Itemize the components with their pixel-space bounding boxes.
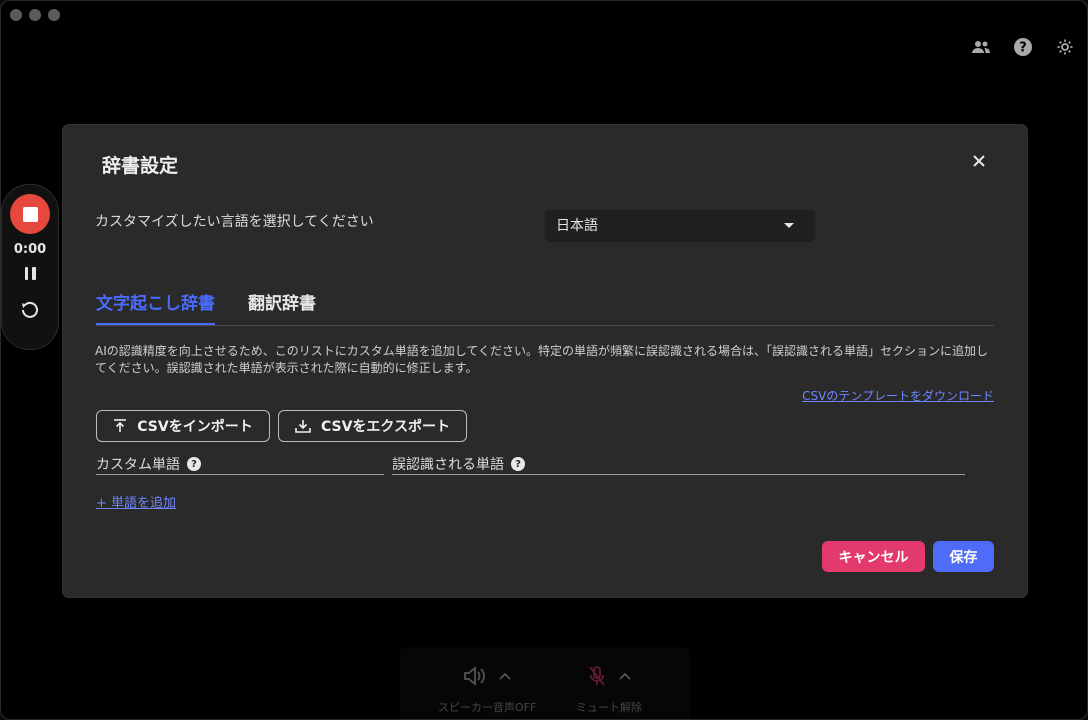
- chevron-up-icon[interactable]: [499, 672, 511, 680]
- save-button[interactable]: 保存: [933, 541, 994, 572]
- speaker-icon: [464, 666, 486, 686]
- app-window: ? 0:00 辞書設定 カスタマイズしたい言語を選択してください 日本語 文字起…: [0, 0, 1088, 720]
- dictionary-tabs: 文字起こし辞書 翻訳辞書: [96, 285, 994, 326]
- audio-control-bar: スピーカー音声OFF ミュート解除: [400, 647, 690, 719]
- minimize-window-button[interactable]: [29, 9, 41, 21]
- misrecognized-word-label: 誤認識される単語: [392, 457, 504, 473]
- window-controls: [10, 9, 60, 21]
- stop-icon: [22, 206, 38, 222]
- description-text: AIの認識精度を向上させるため、このリストにカスタム単語を追加してください。特定…: [95, 344, 989, 375]
- tab-translation-dictionary[interactable]: 翻訳辞書: [248, 285, 316, 325]
- top-toolbar: ?: [971, 37, 1075, 57]
- speaker-label: スピーカー音声OFF: [438, 701, 537, 714]
- import-csv-button[interactable]: CSVをインポート: [96, 410, 270, 442]
- language-label: カスタマイズしたい言語を選択してください: [95, 214, 374, 230]
- custom-word-field[interactable]: カスタム単語 ?: [96, 454, 384, 475]
- pause-icon: [24, 267, 28, 280]
- close-window-button[interactable]: [10, 9, 22, 21]
- help-icon[interactable]: ?: [511, 457, 525, 471]
- add-word-link[interactable]: + 単語を追加: [96, 492, 176, 511]
- people-icon[interactable]: [971, 37, 991, 57]
- stop-recording-button[interactable]: [10, 194, 50, 234]
- dictionary-settings-modal: 辞書設定 カスタマイズしたい言語を選択してください 日本語 文字起こし辞書 翻訳…: [63, 125, 1027, 597]
- recording-panel: 0:00: [1, 184, 59, 350]
- download-icon: [295, 420, 311, 433]
- export-csv-label: CSVをエクスポート: [320, 419, 451, 435]
- zoom-window-button[interactable]: [48, 9, 60, 21]
- misrecognized-word-field[interactable]: 誤認識される単語 ?: [392, 454, 965, 475]
- cancel-button[interactable]: キャンセル: [822, 541, 925, 572]
- recording-timer: 0:00: [13, 242, 47, 257]
- close-icon[interactable]: [969, 151, 989, 171]
- export-csv-button[interactable]: CSVをエクスポート: [278, 410, 467, 442]
- upload-icon: [114, 419, 127, 432]
- mic-control[interactable]: ミュート解除: [576, 663, 642, 715]
- pause-button[interactable]: [24, 267, 36, 280]
- custom-word-label: カスタム単語: [96, 457, 180, 473]
- help-icon[interactable]: ?: [1013, 37, 1033, 57]
- mic-muted-icon: [589, 666, 605, 686]
- mic-label: ミュート解除: [576, 701, 642, 714]
- language-select-value: 日本語: [556, 218, 598, 234]
- speaker-control[interactable]: スピーカー音声OFF: [438, 663, 536, 715]
- chevron-down-icon: [784, 222, 794, 228]
- help-icon[interactable]: ?: [187, 457, 201, 471]
- svg-text:?: ?: [1019, 41, 1027, 56]
- settings-icon[interactable]: [1055, 37, 1075, 57]
- modal-title: 辞書設定: [102, 155, 179, 177]
- chevron-up-icon[interactable]: [619, 672, 631, 680]
- language-select[interactable]: 日本語: [546, 210, 814, 240]
- restart-icon: [22, 301, 38, 318]
- tab-transcription-dictionary[interactable]: 文字起こし辞書: [96, 285, 215, 325]
- csv-template-download-link[interactable]: CSVのテンプレートをダウンロード: [802, 387, 994, 404]
- restart-button[interactable]: [20, 300, 40, 324]
- import-csv-label: CSVをインポート: [137, 419, 253, 435]
